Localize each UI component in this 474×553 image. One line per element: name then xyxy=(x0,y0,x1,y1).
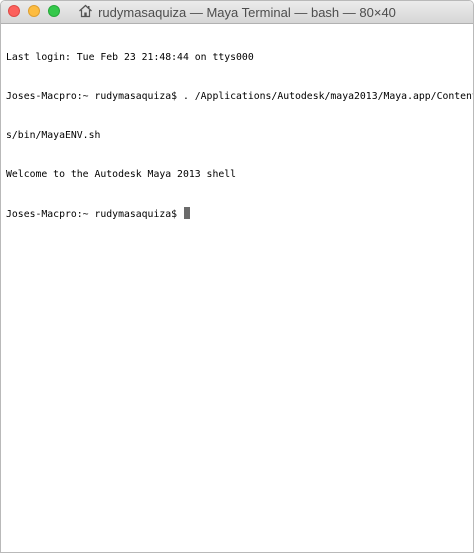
text-cursor xyxy=(183,207,190,219)
window-title-text: rudymasaquiza — Maya Terminal — bash — 8… xyxy=(98,4,396,20)
terminal-line: Joses-Macpro:~ rudymasaquiza$ . /Applica… xyxy=(6,91,474,102)
terminal-window: rudymasaquiza — Maya Terminal — bash — 8… xyxy=(0,0,474,553)
home-icon xyxy=(78,4,93,18)
prompt-line: Joses-Macpro:~ rudymasaquiza$ xyxy=(6,207,473,220)
terminal-line: Welcome to the Autodesk Maya 2013 shell xyxy=(6,169,237,180)
terminal-line: Last login: Tue Feb 23 21:48:44 on ttys0… xyxy=(6,52,254,63)
window-title: rudymasaquiza — Maya Terminal — bash — 8… xyxy=(1,1,473,23)
title-bar[interactable]: rudymasaquiza — Maya Terminal — bash — 8… xyxy=(1,1,473,24)
shell-prompt: Joses-Macpro:~ rudymasaquiza$ xyxy=(6,209,183,220)
terminal-output[interactable]: Last login: Tue Feb 23 21:48:44 on ttys0… xyxy=(1,24,473,552)
terminal-line: s/bin/MayaENV.sh xyxy=(6,130,101,141)
